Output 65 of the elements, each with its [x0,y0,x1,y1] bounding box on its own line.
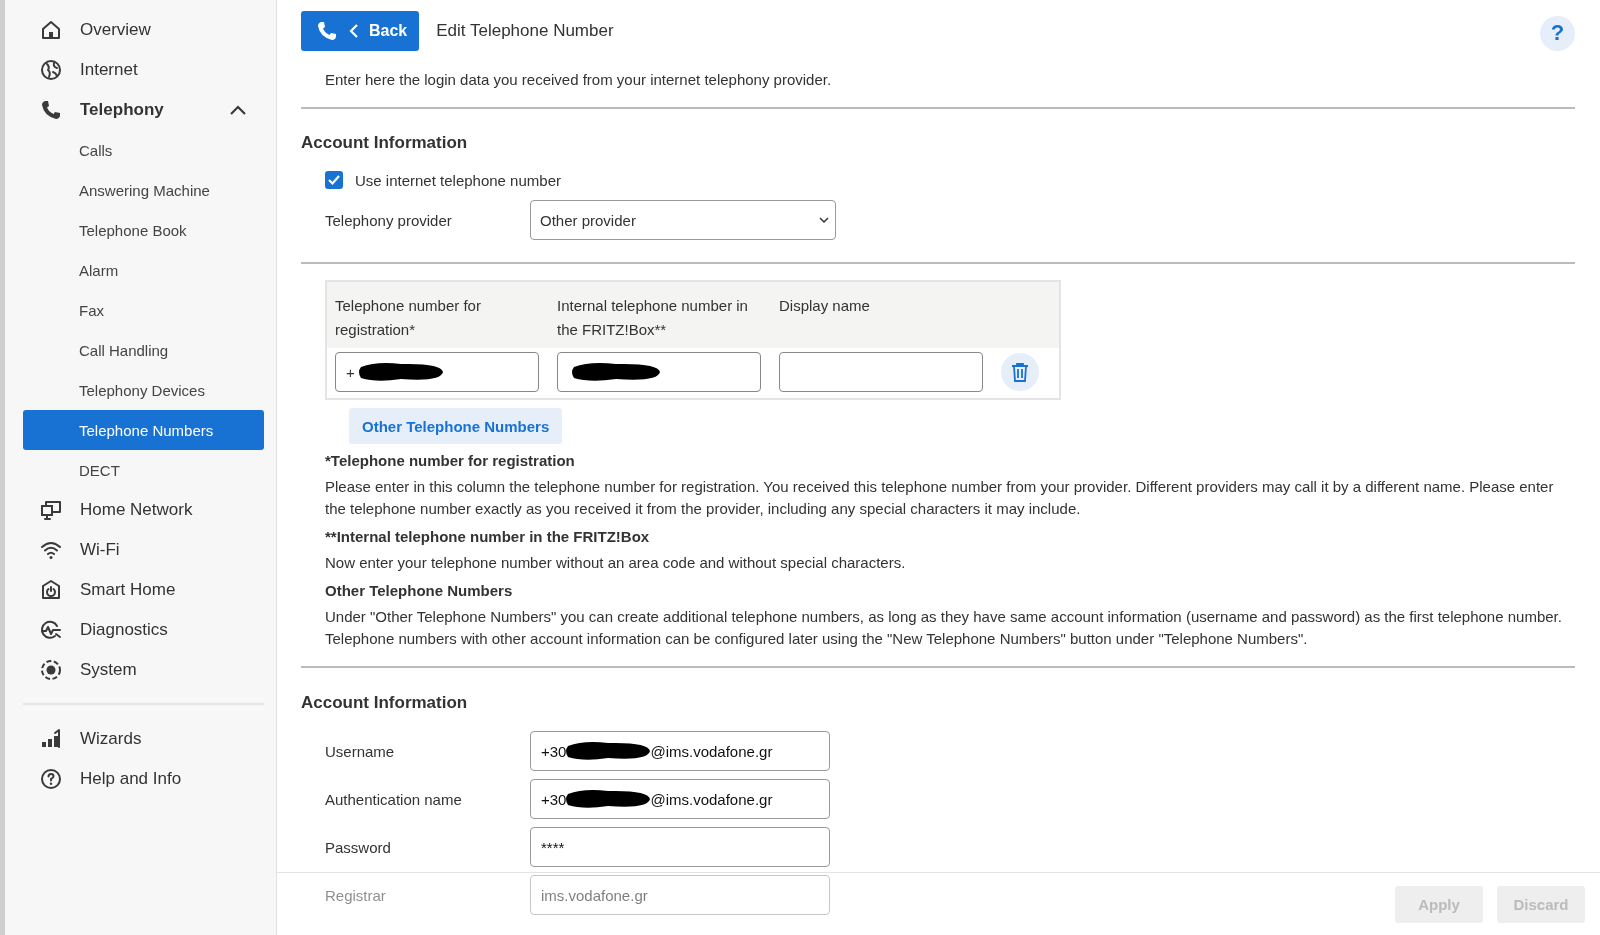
column-header: Telephone number for registration* [335,297,481,338]
section-heading: Account Information [301,693,469,713]
help-button[interactable]: ? [1540,15,1575,51]
section-heading: Account Information [301,133,469,153]
nav-item[interactable]: Home Network [23,490,264,530]
nav-subitem[interactable]: Calls [23,130,264,170]
monitor-icon [39,498,63,522]
nav-item[interactable]: System [23,650,264,690]
diagnostics-icon [39,618,63,642]
page-title: Edit Telephone Number [436,21,615,41]
nav-item[interactable]: Help and Info [23,759,264,799]
intro-text: Enter here the login data you received from your internet telephony provider. [325,70,833,90]
nav-subitem[interactable]: Call Handling [23,330,264,370]
nav-item[interactable]: Telephony [23,90,264,130]
phone-icon [315,19,339,43]
nav-item[interactable]: Diagnostics [23,610,264,650]
field-label: Password [325,838,392,856]
note-text: Now enter your telephone number without an area code and without special characters. [325,553,907,573]
chevron-left-icon [349,24,359,38]
nav-subitem[interactable]: Telephone Numbers [23,410,264,450]
input-field[interactable]: ims.vodafone.gr [530,875,830,915]
nav-item[interactable]: Smart Home [23,570,264,610]
nav-subitem[interactable]: Fax [23,290,264,330]
note-heading: **Internal telephone number in the FRITZ!Box [325,527,651,547]
nav-item[interactable]: Internet [23,50,264,90]
field-label: Telephony provider [325,211,453,229]
field-label: Authentication name [325,790,463,808]
field-label: Username [325,742,396,760]
input-field[interactable] [557,352,761,392]
note-heading: Other Telephone Numbers [325,581,514,601]
column-header: Internal telephone number in the FRITZ!Box** [557,297,748,338]
nav-item[interactable]: Wi-Fi [23,530,264,570]
globe-icon [39,58,63,82]
other-numbers-button[interactable]: Other Telephone Numbers [349,408,563,444]
target-icon [39,658,63,682]
house-icon [39,18,63,42]
phone-icon [39,98,63,122]
checkbox-label: Use internet telephone number [355,171,561,189]
checkbox[interactable] [325,171,343,189]
power-socket-icon [39,578,63,602]
back-button[interactable]: Back [301,11,420,51]
note-heading: *Telephone number for registration [325,451,576,471]
chevron-up-icon [229,104,247,116]
field-label: Registrar [325,886,387,904]
input-field[interactable] [779,352,983,392]
nav-subitem[interactable]: Telephony Devices [23,370,264,410]
trash-icon [1011,362,1029,382]
input-field[interactable]: +30 @ims.vodafone.gr [530,779,830,819]
nav-subitem[interactable]: DECT [23,450,264,490]
nav-item[interactable]: Overview [23,10,264,50]
nav-subitem[interactable]: Telephone Book [23,210,264,250]
caret-icon [819,216,829,224]
column-header: Display name [779,297,870,314]
nav-subitem[interactable]: Answering Machine [23,170,264,210]
help-icon [39,767,63,791]
input-field[interactable]: + [335,352,539,392]
nav-subitem[interactable]: Alarm [23,250,264,290]
delete-button[interactable] [1001,353,1039,391]
note-text: Under "Other Telephone Numbers" you can create additional telephone numbers, as long as they have same account information (username and password) as the first telephone number. Telephone numbers with other account information can be configured later using the "New Telephone Numbers" button under "Telephone Numbers". [325,607,1563,649]
input-field[interactable]: **** [530,827,830,867]
provider-dropdown[interactable]: Other provider [530,200,836,240]
note-text: Please enter in this column the telephone number for registration. You received this telephone number from your provider. Different providers may call it by a different name. Please enter the telephone number exactly as you received it from the provider, including any special characters it may include. [325,477,1555,519]
input-field[interactable]: +30 @ims.vodafone.gr [530,731,830,771]
signal-bars-icon [39,727,63,751]
nav-item[interactable]: Wizards [23,719,264,759]
